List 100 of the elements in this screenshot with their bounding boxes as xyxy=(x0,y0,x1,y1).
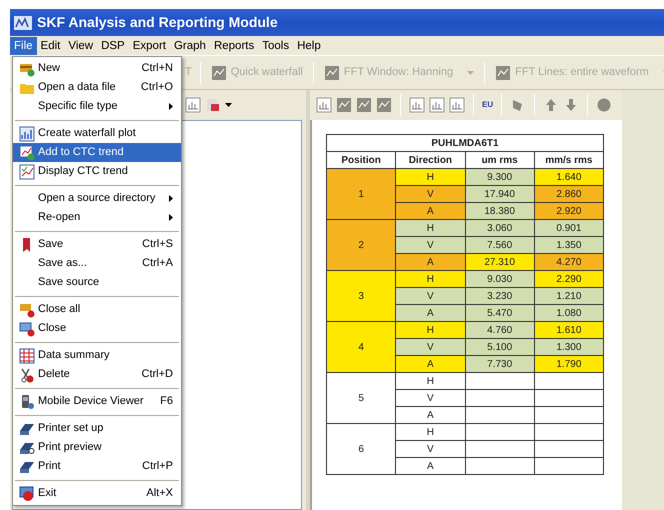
chart-icon xyxy=(356,97,372,113)
table-cell: 1.610 xyxy=(534,322,604,338)
table-cell: H xyxy=(396,322,465,338)
table-cell: 5.470 xyxy=(465,304,534,322)
menu-item-label: Open a source directory xyxy=(38,191,156,206)
menu-item[interactable]: Display CTC trend xyxy=(13,162,181,181)
table-cell: H xyxy=(396,270,465,288)
menu-item-label: Print preview xyxy=(38,440,102,456)
close-all-icon xyxy=(19,302,35,318)
menu-item[interactable]: Re-open xyxy=(13,208,181,227)
menu-bar-item[interactable]: File xyxy=(10,36,37,54)
menu-bar-item[interactable]: Help xyxy=(293,36,325,54)
menu-item[interactable]: Open a data file Ctrl+O xyxy=(13,78,181,97)
menu-item[interactable]: Open a source directory xyxy=(13,189,181,208)
menu-item-label: Data summary xyxy=(38,348,110,364)
menu-bar-item[interactable]: Export xyxy=(128,36,170,54)
table-cell: 5.100 xyxy=(465,338,534,356)
table-cell: 2 xyxy=(326,220,396,270)
menu-item[interactable]: Print preview xyxy=(13,438,181,457)
table-cell: 7.560 xyxy=(465,236,534,254)
shortcut-label: Alt+X xyxy=(146,486,173,502)
app-logo-icon xyxy=(14,16,32,30)
table-cell: 2.860 xyxy=(534,186,604,202)
menu-item[interactable]: Save source xyxy=(13,273,181,292)
printer-icon xyxy=(19,422,35,434)
menu-item[interactable]: Print Ctrl+P xyxy=(13,457,181,476)
menu-item-label: Delete xyxy=(38,367,70,382)
table-cell: V xyxy=(396,236,465,254)
menu-item[interactable]: Data summary xyxy=(13,346,181,365)
menu-item[interactable]: Close all xyxy=(13,300,181,319)
menu-item[interactable]: Close xyxy=(13,319,181,338)
trend-chart-icon xyxy=(19,164,35,180)
shortcut-label: Ctrl+P xyxy=(142,459,173,474)
table-cell: 4.760 xyxy=(465,322,534,338)
menu-item[interactable]: Save as... Ctrl+A xyxy=(13,254,181,273)
table-cell: 5 xyxy=(326,372,396,424)
menu-item-label: Close all xyxy=(38,302,80,318)
menu-item[interactable]: Save Ctrl+S xyxy=(13,235,181,254)
waterfall-icon xyxy=(210,64,227,80)
shortcut-label: Ctrl+D xyxy=(142,367,173,382)
table-cell: A xyxy=(396,356,465,372)
table-cell: H xyxy=(396,220,465,236)
menu-item-label: Add to CTC trend xyxy=(38,145,124,160)
menu-bar-item[interactable]: View xyxy=(64,36,98,54)
table-cell: 2.290 xyxy=(534,270,604,288)
table-cell: 7.730 xyxy=(465,356,534,372)
menu-item-label: Open a data file xyxy=(38,80,116,96)
table-cell: A xyxy=(396,202,465,220)
menu-item[interactable]: Create waterfall plot xyxy=(13,124,181,143)
table-cell: V xyxy=(396,440,465,458)
caret-icon xyxy=(467,70,474,74)
table-cell: 9.300 xyxy=(465,168,534,186)
table-cell: 3 xyxy=(326,270,396,322)
menu-bar-item[interactable]: Graph xyxy=(170,36,210,54)
menu-item[interactable]: New Ctrl+N xyxy=(13,59,181,78)
table-cell: 1.640 xyxy=(534,168,604,186)
table-cell: H xyxy=(396,168,465,186)
menu-item-label: Re-open xyxy=(38,210,80,226)
chart-icon xyxy=(429,97,445,113)
report-icon xyxy=(205,97,221,113)
menu-item-label: New xyxy=(38,61,60,76)
table-cell: 9.030 xyxy=(465,270,534,288)
menu-bar-item[interactable]: Tools xyxy=(258,36,294,54)
table-title: PUHLMDA6T1 xyxy=(326,134,604,152)
caret-icon xyxy=(225,103,232,107)
table-cell: 3.060 xyxy=(465,220,534,236)
record-icon xyxy=(596,97,612,113)
table-cell: A xyxy=(396,254,465,270)
menu-item[interactable]: Specific file type xyxy=(13,97,181,116)
chart-icon xyxy=(409,97,425,113)
menu-item[interactable]: Delete Ctrl+D xyxy=(13,365,181,384)
chart-add-icon xyxy=(19,144,35,160)
units-button[interactable]: EU xyxy=(482,99,494,111)
menu-item-label: Save source xyxy=(38,275,100,290)
chart-icon xyxy=(316,97,332,113)
menu-bar-item[interactable]: DSP xyxy=(97,36,129,54)
menu-item[interactable]: Exit Alt+X xyxy=(13,484,181,503)
table-cell: 18.380 xyxy=(465,202,534,220)
menu-item[interactable]: Mobile Device Viewer F6 xyxy=(13,392,181,411)
table-cell: 1.790 xyxy=(534,356,604,372)
menu-bar-item[interactable]: Edit xyxy=(36,36,64,54)
shortcut-label: Ctrl+S xyxy=(142,237,173,252)
table-cell: 1.300 xyxy=(534,338,604,356)
menu-item[interactable]: Printer set up xyxy=(13,419,181,438)
phone-icon xyxy=(19,394,35,410)
shortcut-label: Ctrl+A xyxy=(142,256,173,272)
menu-bar-item[interactable]: Reports xyxy=(210,36,258,54)
window-function-icon xyxy=(324,64,340,80)
shortcut-label: Ctrl+O xyxy=(140,80,173,96)
table-cell: 2.920 xyxy=(534,202,604,220)
menu-item[interactable]: Add to CTC trend xyxy=(13,143,181,162)
table-cell: 3.230 xyxy=(465,288,534,304)
table-cell: 17.940 xyxy=(465,186,534,202)
shortcut-label: Ctrl+N xyxy=(142,61,173,76)
toolbar-label: T xyxy=(185,65,192,80)
table-cell: 27.310 xyxy=(465,254,534,270)
menu-item-label: Save xyxy=(38,237,64,252)
menu-item-label: Mobile Device Viewer xyxy=(38,394,144,410)
table-cell: 1.350 xyxy=(534,236,604,254)
menu-item-label: Specific file type xyxy=(38,99,118,114)
